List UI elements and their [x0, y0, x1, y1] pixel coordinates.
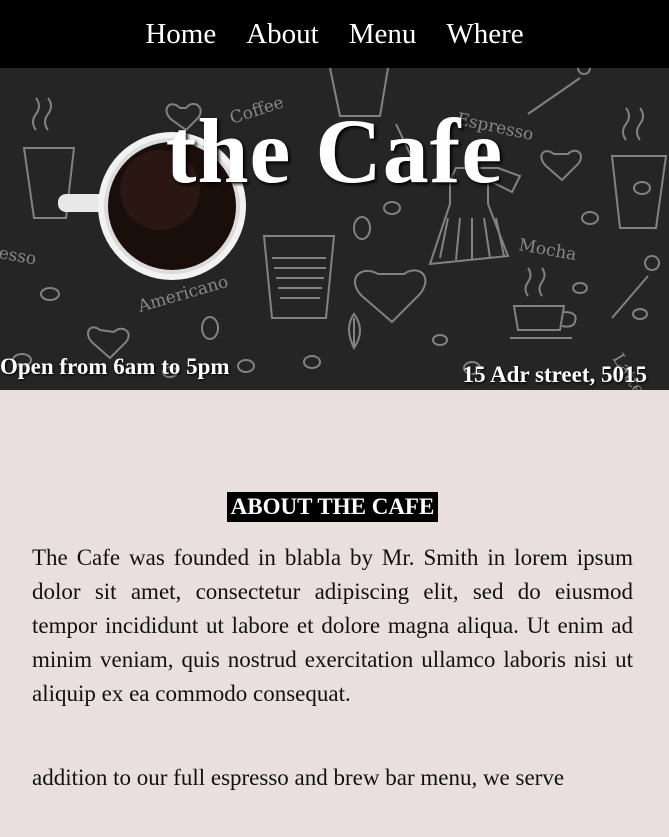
nav-where-link[interactable]: Where [446, 18, 523, 51]
cup-doodle [512, 305, 577, 331]
street-address: 15 Adr street, 5015 [462, 362, 647, 387]
opening-hours: Open from 6am to 5pm [0, 354, 230, 379]
about-heading: ABOUT THE CAFE [226, 492, 439, 522]
doodle-word-esso: esso [0, 243, 38, 269]
nav-about-link[interactable]: About [246, 18, 319, 51]
about-paragraph: The Cafe was founded in blabla by Mr. Sm… [32, 545, 633, 706]
spoon-doodle [611, 255, 661, 319]
hero-banner: Coffee Espresso Latte Mocha Americano es… [0, 68, 669, 390]
doodle-word-mocha: Mocha [517, 235, 578, 265]
heart-doodle [354, 269, 427, 324]
nav-menu-link[interactable]: Menu [349, 18, 417, 51]
about-section: ABOUT THE CAFE The Cafe was founded in b… [32, 390, 633, 795]
hero-title: the Cafe [165, 100, 504, 202]
nav-home-link[interactable]: Home [145, 18, 216, 51]
about-paragraph-continued: addition to our full espresso and brew b… [32, 765, 565, 790]
top-nav: Home About Menu Where [0, 0, 669, 68]
